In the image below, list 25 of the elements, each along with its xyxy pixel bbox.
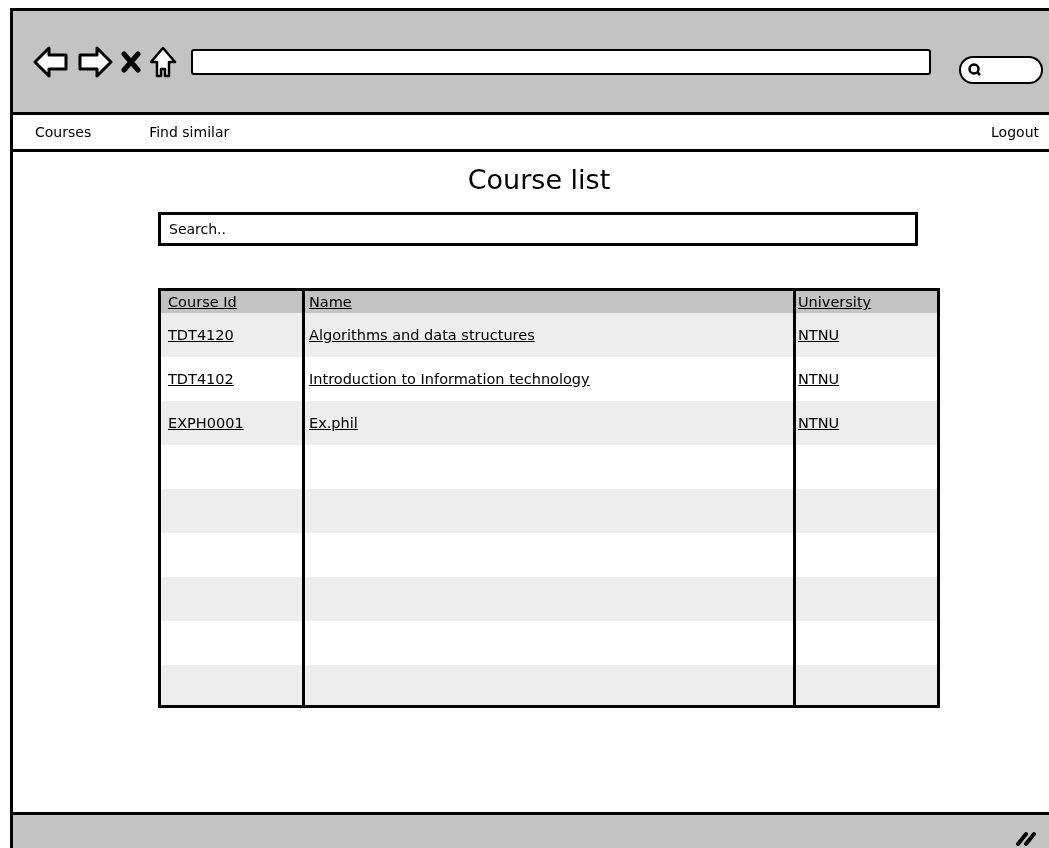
page-title: Course list: [466, 164, 612, 197]
resize-grip-icon[interactable]: [1015, 830, 1037, 846]
search-icon: [968, 62, 982, 77]
menu-link[interactable]: Courses: [35, 124, 92, 140]
table-link[interactable]: Ex.phil: [309, 415, 358, 431]
menu-link[interactable]: Logout: [991, 124, 1039, 140]
menu-link[interactable]: Find similar: [149, 124, 230, 140]
table-link[interactable]: NTNU: [798, 371, 840, 387]
table-link[interactable]: Algorithms and data structures: [309, 327, 535, 343]
column-header[interactable]: Course Id: [168, 294, 237, 310]
back-arrow-icon[interactable]: [33, 44, 69, 79]
column-header[interactable]: Name: [309, 294, 352, 310]
search-field[interactable]: [959, 55, 1043, 84]
close-icon[interactable]: [121, 50, 141, 73]
table-link[interactable]: Introduction to Information technology: [309, 371, 590, 387]
table-link[interactable]: EXPH0001: [168, 415, 244, 431]
table-link[interactable]: TDT4102: [168, 371, 234, 387]
home-icon[interactable]: [149, 45, 177, 78]
table-link[interactable]: NTNU: [798, 327, 840, 343]
table-link[interactable]: NTNU: [798, 415, 840, 431]
column-header[interactable]: University: [798, 294, 872, 310]
table-link[interactable]: TDT4120: [168, 327, 234, 343]
search-field[interactable]: Search..: [158, 212, 918, 246]
forward-arrow-icon[interactable]: [77, 44, 113, 79]
address-field[interactable]: [191, 48, 931, 75]
